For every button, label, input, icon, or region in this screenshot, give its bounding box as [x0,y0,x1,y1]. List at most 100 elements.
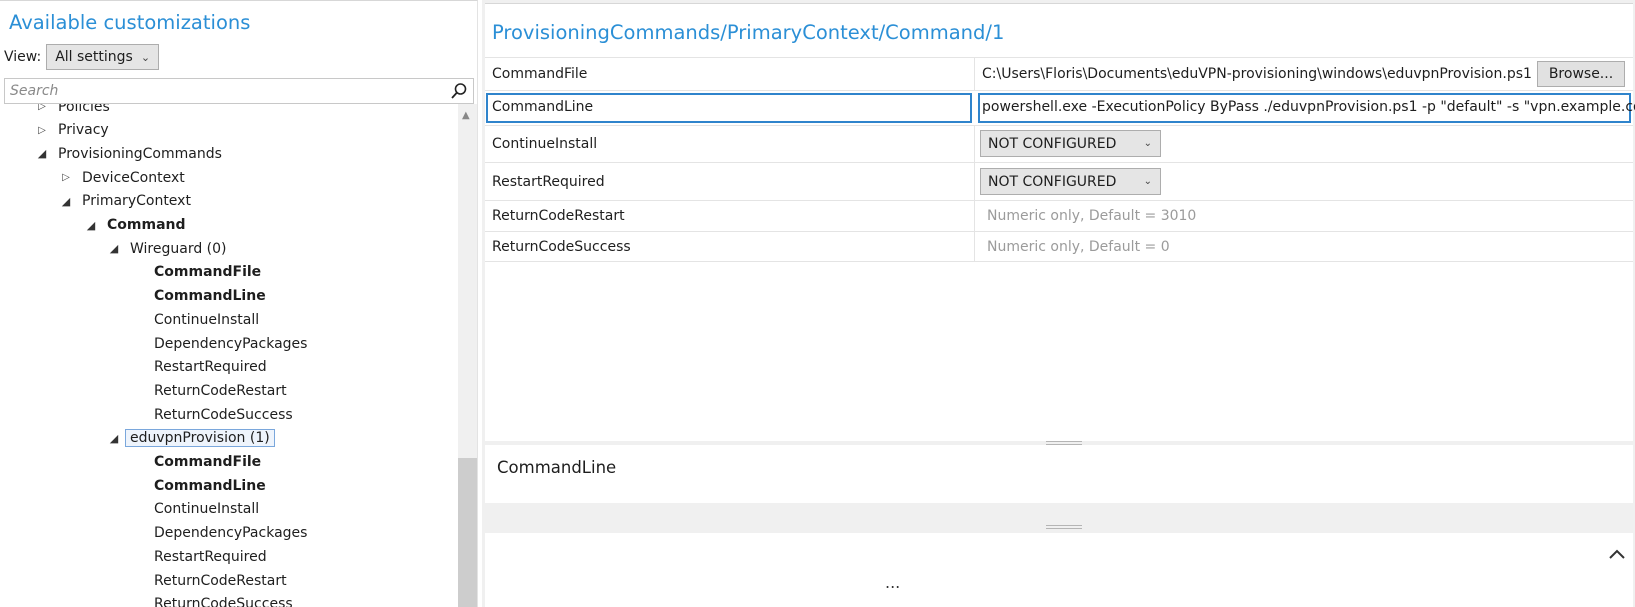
search-input[interactable] [5,79,435,103]
setting-name: CommandLine [492,99,594,115]
scroll-up-icon[interactable]: ▲ [462,110,470,121]
tree-item-label: RestartRequired [154,359,267,376]
setting-row-continueinstall: ContinueInstall NOT CONFIGURED ⌄ [485,125,1633,162]
browse-button[interactable]: Browse... [1537,61,1625,87]
tree-item-label: CommandFile [154,264,262,281]
tree-item-label: CommandLine [154,288,266,305]
tree-item[interactable]: ReturnCodeRestart [132,569,287,592]
triangle-down-icon[interactable]: ◢ [108,242,120,255]
restartrequired-dropdown[interactable]: NOT CONFIGURED ⌄ [980,168,1161,195]
returncoderestart-input[interactable]: Numeric only, Default = 3010 [987,208,1196,224]
customization-tree: ▷ Policies ▷ Privacy ◢ ProvisioningCommands ▷ D… [0,104,458,607]
search-box [4,78,474,104]
view-select[interactable]: All settings ⌄ [46,44,160,70]
tree-item[interactable]: ContinueInstall [132,308,259,331]
tree-scrollbar[interactable]: ▲ [458,104,477,607]
chevron-down-icon: ⌄ [140,50,151,64]
tree-item-label: eduvpnProvision (1) [125,429,275,448]
more-ellipsis[interactable]: ... [885,573,900,592]
chevron-down-icon: ⌄ [1143,138,1152,149]
setting-row-commandfile: CommandFile C:\Users\Floris\Documents\ed… [485,57,1633,90]
tree-item[interactable]: DependencyPackages [132,332,307,355]
returncodesuccess-input[interactable]: Numeric only, Default = 0 [987,239,1170,255]
settings-panel: ProvisioningCommands/PrimaryContext/Comm… [485,3,1635,441]
tree-item-label: ContinueInstall [154,501,260,518]
tree-item-label: Policies [58,104,110,115]
triangle-right-icon[interactable]: ▷ [60,172,72,183]
search-icon[interactable] [450,82,468,100]
tree-item[interactable]: ◢ PrimaryContext [60,190,191,213]
setting-name: ReturnCodeSuccess [492,239,631,255]
tree-item[interactable]: ◢ ProvisioningCommands [36,142,222,165]
tree-item[interactable]: ◢ Command [85,214,186,237]
dropdown-value: NOT CONFIGURED [988,173,1117,190]
setting-row-restartrequired: RestartRequired NOT CONFIGURED ⌄ [485,162,1633,200]
tree-item-label: DependencyPackages [154,525,308,542]
setting-name: CommandFile [492,66,588,82]
setting-path-title: ProvisioningCommands/PrimaryContext/Comm… [492,21,1005,44]
tree-item-label: ReturnCodeRestart [154,572,287,589]
tree-item-label: Wireguard (0) [130,240,227,257]
tree-item-label: ReturnCodeSuccess [154,596,293,607]
view-label: View: [4,49,42,65]
tree-item[interactable]: ▷ Policies [36,104,110,118]
tree-item-label: Privacy [58,122,109,139]
triangle-down-icon[interactable]: ◢ [108,432,120,445]
triangle-down-icon[interactable]: ◢ [85,219,97,232]
triangle-right-icon[interactable]: ▷ [36,125,48,136]
scrollbar-thumb[interactable] [458,458,477,607]
tree-item-label: PrimaryContext [82,193,191,210]
tree-item-label: RestartRequired [154,548,267,565]
bottom-panel: ... [485,533,1633,607]
tree-item[interactable]: RestartRequired [132,356,267,379]
triangle-down-icon[interactable]: ◢ [60,195,72,208]
triangle-right-icon[interactable]: ▷ [36,104,48,112]
tree-item-label: DeviceContext [82,169,185,186]
description-title: CommandLine [497,458,617,477]
view-select-value: All settings [55,49,133,65]
tree-item[interactable]: CommandFile [132,261,261,284]
tree-item-label: DependencyPackages [154,335,308,352]
commandfile-value[interactable]: C:\Users\Floris\Documents\eduVPN-provisi… [982,66,1532,82]
chevron-up-icon[interactable] [1607,545,1627,565]
tree-item[interactable]: ▷ DeviceContext [60,166,185,189]
tree-item[interactable]: CommandLine [132,285,266,308]
triangle-down-icon[interactable]: ◢ [36,147,48,160]
column-divider [974,126,975,162]
tree-item[interactable]: ◢ eduvpnProvision (1) [108,427,275,450]
column-divider [974,163,975,200]
tree-item-label: ReturnCodeRestart [154,382,287,399]
setting-name: RestartRequired [492,174,605,190]
tree-item[interactable]: ReturnCodeRestart [132,379,287,402]
tree-item-label: ProvisioningCommands [58,145,222,162]
tree-item[interactable]: ContinueInstall [132,498,259,521]
setting-row-returncoderestart: ReturnCodeRestart Numeric only, Default … [485,200,1633,231]
column-divider [974,58,975,90]
description-panel: CommandLine [485,445,1633,503]
tree-item[interactable]: DependencyPackages [132,522,307,545]
tree-item-label: CommandFile [154,454,262,470]
settings-pane: ProvisioningCommands/PrimaryContext/Comm… [482,0,1635,607]
splitter-handle[interactable] [1046,525,1082,529]
column-divider [974,232,975,261]
tree-item[interactable]: ▷ Privacy [36,119,109,142]
tree-item-label: Command [107,217,186,233]
setting-name: ReturnCodeRestart [492,208,625,224]
tree-item[interactable]: CommandLine [132,474,266,497]
chevron-down-icon: ⌄ [1143,176,1152,187]
continueinstall-dropdown[interactable]: NOT CONFIGURED ⌄ [980,130,1161,157]
tree-item[interactable]: CommandFile [132,451,261,474]
customizations-pane: Available customizations View: All setti… [0,0,478,607]
view-filter-row: View: All settings ⌄ [4,43,160,71]
setting-row-returncodesuccess: ReturnCodeSuccess Numeric only, Default … [485,231,1633,262]
pane-title: Available customizations [9,11,251,34]
tree-item[interactable]: ReturnCodeSuccess [132,593,293,607]
tree-item-label: ReturnCodeSuccess [154,406,293,423]
tree-item[interactable]: ReturnCodeSuccess [132,403,293,426]
column-divider [974,201,975,231]
commandline-value[interactable]: powershell.exe -ExecutionPolicy ByPass .… [982,99,1635,115]
dropdown-value: NOT CONFIGURED [988,135,1117,152]
tree-item-label: ContinueInstall [154,311,260,328]
tree-item[interactable]: RestartRequired [132,545,267,568]
tree-item[interactable]: ◢ Wireguard (0) [108,237,227,260]
